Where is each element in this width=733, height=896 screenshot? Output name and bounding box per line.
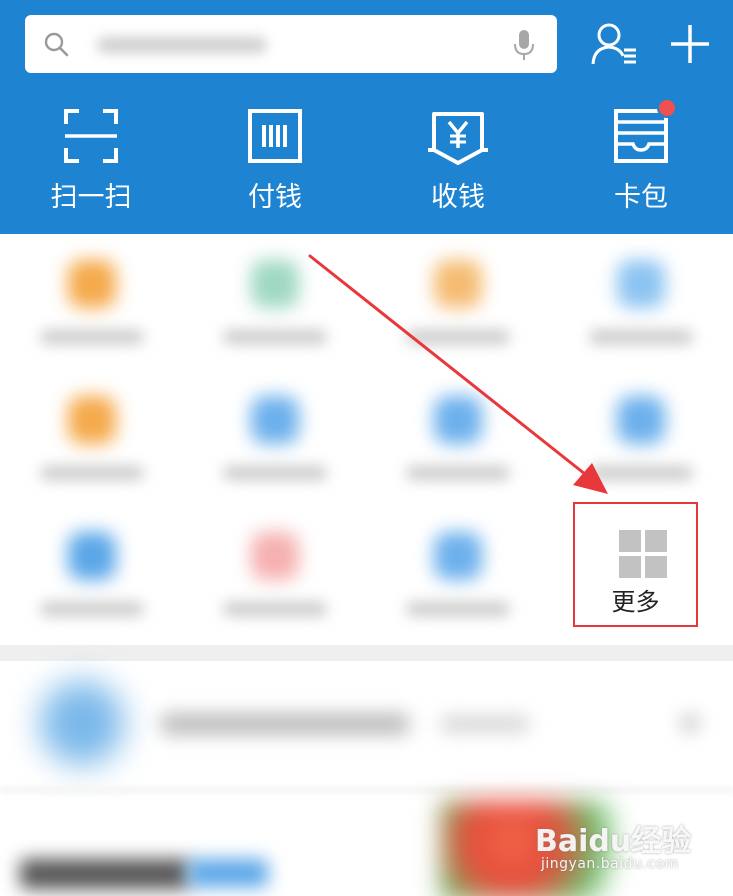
pay-button[interactable]: 付钱: [205, 100, 345, 220]
scan-label: 扫一扫: [50, 182, 132, 213]
grid-item-blurred[interactable]: [388, 378, 528, 498]
feed-meta-blurred: [440, 716, 530, 732]
pay-label: 付钱: [248, 182, 302, 213]
app-label-blurred: [406, 602, 510, 616]
app-label-blurred: [223, 602, 327, 616]
app-icon-blurred: [434, 260, 482, 308]
notification-badge: [657, 98, 677, 118]
app-icon-blurred: [251, 396, 299, 444]
grid-item-blurred[interactable]: [205, 242, 345, 362]
search-bar[interactable]: [25, 15, 557, 73]
grid-item-blurred[interactable]: [22, 378, 162, 498]
app-icon-blurred: [68, 532, 116, 580]
app-label-blurred: [406, 466, 510, 480]
app-icon-blurred: [251, 532, 299, 580]
grid-item-blurred[interactable]: [205, 514, 345, 634]
feed-separator: [0, 787, 733, 793]
app-label-blurred: [223, 330, 327, 344]
scan-icon: [64, 109, 118, 163]
app-icon-blurred: [434, 532, 482, 580]
banner-title-blurred: [20, 859, 190, 889]
grid-item-blurred[interactable]: [571, 242, 711, 362]
card-wallet-button[interactable]: 卡包: [571, 98, 711, 220]
chevron-right-icon[interactable]: [678, 711, 702, 735]
more-button[interactable]: 更多: [573, 502, 698, 627]
scan-button[interactable]: 扫一扫: [21, 100, 161, 220]
grid-icon: [619, 530, 667, 578]
app-label-blurred: [223, 466, 327, 480]
contacts-icon[interactable]: [590, 20, 638, 68]
app-icon-blurred: [68, 260, 116, 308]
watermark-url: jingyan.baidu.com: [541, 856, 679, 872]
app-icon-blurred: [617, 260, 665, 308]
grid-item-blurred[interactable]: [205, 378, 345, 498]
receive-money-icon: [428, 112, 488, 165]
receive-button[interactable]: 收钱: [388, 100, 528, 220]
search-icon: [44, 32, 69, 57]
more-label: 更多: [611, 588, 660, 616]
baidu-watermark: Baidu经验 jingyan.baidu.com: [535, 816, 715, 878]
grid-item-blurred[interactable]: [388, 242, 528, 362]
app-label-blurred: [589, 466, 693, 480]
app-icon-blurred: [251, 260, 299, 308]
barcode-pay-icon: [248, 109, 302, 163]
plus-icon[interactable]: [666, 20, 714, 68]
feed-avatar-blurred: [40, 681, 124, 765]
banner-tag-blurred: [188, 859, 268, 887]
quick-actions: 扫一扫 付钱 收钱 卡包: [0, 98, 733, 220]
card-wallet-label: 卡包: [614, 182, 668, 213]
app-icon-blurred: [434, 396, 482, 444]
app-label-blurred: [406, 330, 510, 344]
watermark-brand: Baidu经验: [535, 824, 692, 859]
grid-item-blurred[interactable]: [388, 514, 528, 634]
app-label-blurred: [589, 330, 693, 344]
app-label-blurred: [40, 602, 144, 616]
app-label-blurred: [40, 466, 144, 480]
grid-item-blurred[interactable]: [571, 378, 711, 498]
app-label-blurred: [40, 330, 144, 344]
search-placeholder-blurred: [97, 37, 267, 53]
grid-item-blurred[interactable]: [22, 514, 162, 634]
app-icon-blurred: [617, 396, 665, 444]
section-divider: [0, 645, 733, 661]
top-header: 扫一扫 付钱 收钱 卡包: [0, 0, 733, 234]
grid-item-blurred[interactable]: [22, 242, 162, 362]
app-icon-blurred: [68, 396, 116, 444]
receive-label: 收钱: [431, 182, 485, 213]
feed-title-blurred: [160, 713, 410, 735]
mic-icon[interactable]: [513, 29, 535, 61]
